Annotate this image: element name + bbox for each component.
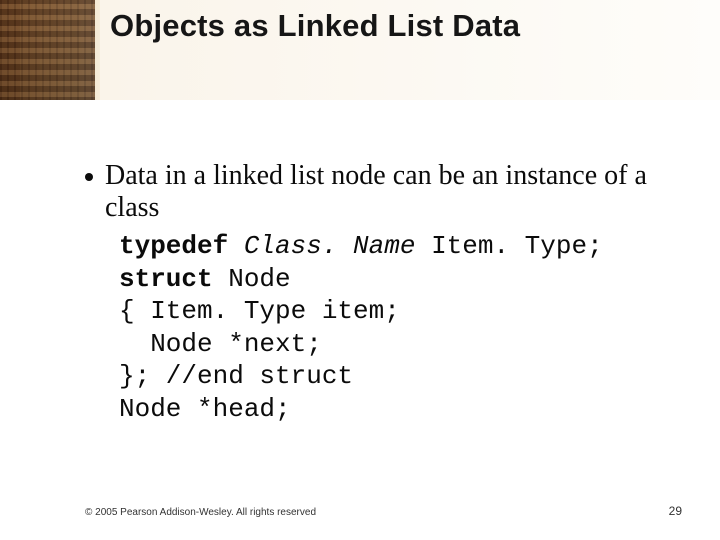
code-keyword-typedef: typedef: [119, 231, 228, 261]
code-keyword-struct: struct: [119, 264, 213, 294]
bullet-item: Data in a linked list node can be an ins…: [85, 160, 655, 224]
bullet-text: Data in a linked list node can be an ins…: [105, 160, 655, 224]
slide-title: Objects as Linked List Data: [110, 8, 520, 44]
code-l3: { Item. Type item;: [119, 296, 400, 326]
footer-copyright: © 2005 Pearson Addison-Wesley. All right…: [85, 507, 316, 518]
page-number: 29: [669, 504, 682, 518]
code-l6: Node *head;: [119, 394, 291, 424]
header-thumbnail: [0, 0, 95, 100]
code-classname: Class. Name: [244, 231, 416, 261]
code-l5: }; //end struct: [119, 361, 353, 391]
code-l4: Node *next;: [119, 329, 322, 359]
code-l1-rest: Item. Type;: [415, 231, 602, 261]
code-block: typedef Class. Name Item. Type; struct N…: [119, 230, 655, 425]
code-l2-rest: Node: [213, 264, 291, 294]
slide-body: Data in a linked list node can be an ins…: [85, 160, 655, 425]
bullet-dot-icon: [85, 173, 93, 181]
